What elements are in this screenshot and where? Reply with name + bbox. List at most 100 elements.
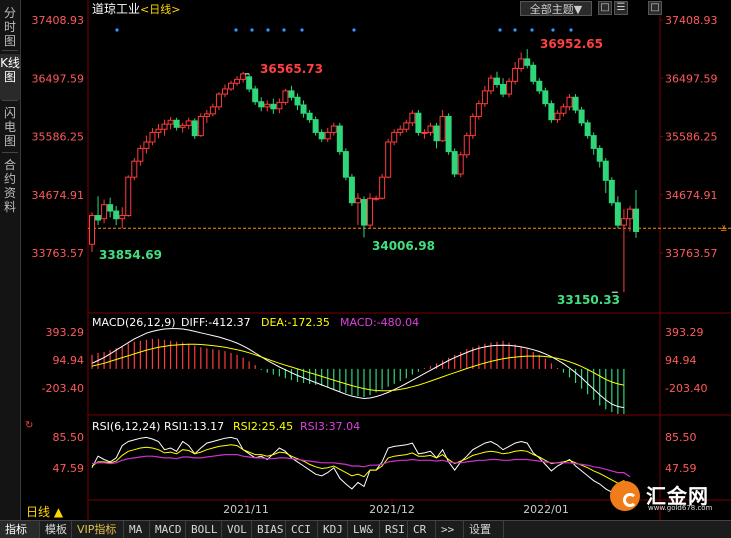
y-tick-right: 36497.59: [665, 72, 718, 85]
tab-macd[interactable]: MACD: [150, 521, 186, 538]
candle-body: [131, 160, 138, 178]
tab-vol[interactable]: VOL: [222, 521, 252, 538]
candle-body: [215, 93, 222, 108]
candle-body: [312, 119, 319, 133]
y-tick-right: 33763.57: [665, 247, 718, 260]
candle-body: [203, 113, 210, 117]
tab-模板[interactable]: 模板: [40, 521, 72, 538]
candle-body: [264, 103, 271, 108]
signal-dot: [266, 28, 270, 32]
candle-body: [427, 125, 434, 133]
candle-body: [566, 96, 573, 108]
candle-body: [500, 83, 507, 95]
candle-body: [614, 202, 621, 226]
candle-body: [439, 115, 446, 142]
candle-body: [276, 101, 283, 110]
signal-dot: [300, 28, 304, 32]
tab-boll[interactable]: BOLL: [186, 521, 222, 538]
macd-label: MACD(26,12,9): [92, 316, 176, 329]
candle-body: [288, 90, 295, 98]
tab-rsi[interactable]: RSI: [380, 521, 408, 538]
logo-url: www.gold678.com: [648, 504, 713, 512]
signal-dot: [282, 28, 286, 32]
candle-body: [330, 125, 337, 133]
candle-body: [209, 106, 216, 115]
candle-body: [179, 124, 186, 128]
candle-body: [240, 73, 247, 80]
rsi-y-tick-right: 85.50: [665, 431, 697, 444]
tab-more[interactable]: >>: [436, 521, 464, 538]
signal-dot: [551, 28, 555, 32]
rsi-y-tick-left: 85.50: [53, 431, 85, 444]
candle-body: [354, 197, 361, 204]
theme-dropdown[interactable]: 全部主题▼: [520, 1, 592, 16]
y-tick-right: 35586.25: [665, 131, 718, 144]
candle-body: [191, 120, 198, 137]
candle-body: [137, 147, 144, 162]
y-tick-left: 36497.59: [32, 72, 85, 85]
tab-cr[interactable]: CR: [408, 521, 436, 538]
signal-dot: [569, 28, 573, 32]
tab-lw[interactable]: LW&: [348, 521, 380, 538]
signal-dot: [250, 28, 254, 32]
x-tick-label: 2022/01: [523, 503, 569, 516]
candle-body: [584, 122, 591, 137]
candle-body: [512, 68, 519, 82]
candle-body: [125, 176, 132, 217]
tab-vip指标[interactable]: VIP指标: [72, 521, 124, 538]
x-tick-label: 2021/12: [369, 503, 415, 516]
period-selector[interactable]: 日线 ▲: [26, 503, 63, 520]
logo-mark-icon: [623, 493, 637, 507]
candle-body: [385, 141, 392, 178]
candle-body: [342, 151, 349, 178]
candle-body: [572, 96, 579, 111]
candle-body: [318, 131, 325, 140]
candle-body: [536, 80, 543, 92]
kline-chart[interactable]: 道琼工业 <日线> 37408.93 37408.93 36497.59 36497.59…: [0, 0, 731, 520]
candle-body: [282, 90, 289, 103]
annotation-low-mid: 34006.98: [372, 239, 435, 253]
annotation-high: 36565.73: [260, 62, 323, 76]
candle-body: [300, 104, 307, 114]
candle-body: [481, 90, 488, 105]
annotation-peak: 36952.65: [540, 37, 603, 51]
candle-body: [445, 115, 452, 153]
candle-body: [107, 204, 114, 212]
candle-body: [475, 103, 482, 117]
candle-body: [620, 218, 627, 226]
tab-kdj[interactable]: KDJ: [318, 521, 348, 538]
last-price-marker: ≚: [720, 224, 728, 235]
rsi-1: RSI1:13.17: [164, 420, 224, 433]
menu-button[interactable]: ☰: [614, 1, 628, 15]
window-restore-button[interactable]: □: [598, 1, 612, 15]
annotation-low-end: 33150.33: [557, 293, 620, 307]
macd-y-tick-left: -203.40: [42, 382, 84, 395]
tab-指标[interactable]: 指标: [0, 521, 40, 538]
tab-ma[interactable]: MA: [124, 521, 150, 538]
rsi-3: RSI3:37.04: [300, 420, 360, 433]
candle-body: [596, 147, 603, 162]
macd-y-tick-left: 94.94: [53, 354, 85, 367]
candle-body: [306, 112, 313, 121]
candle-body: [228, 82, 235, 90]
tab-cci[interactable]: CCI: [286, 521, 318, 538]
macd-y-tick-right: 393.29: [665, 326, 704, 339]
macd-y-tick-right: -203.40: [665, 382, 707, 395]
site-logo: 汇金网 www.gold678.com: [604, 476, 724, 516]
candle-body: [161, 123, 168, 130]
candle-body: [608, 179, 615, 204]
rsi-y-tick-right: 47.59: [665, 462, 697, 475]
tab-bias[interactable]: BIAS: [252, 521, 286, 538]
candle-body: [197, 115, 204, 137]
candle-body: [530, 64, 537, 82]
candle-body: [221, 88, 228, 95]
candle-body: [506, 80, 513, 95]
candle-body: [463, 135, 470, 156]
candle-body: [89, 215, 95, 245]
tab-设置[interactable]: 设置: [464, 521, 504, 538]
window-max-button[interactable]: □: [648, 1, 662, 15]
candle-body: [590, 135, 597, 149]
candle-body: [548, 103, 555, 121]
candle-body: [234, 78, 241, 84]
candle-body: [294, 96, 301, 106]
